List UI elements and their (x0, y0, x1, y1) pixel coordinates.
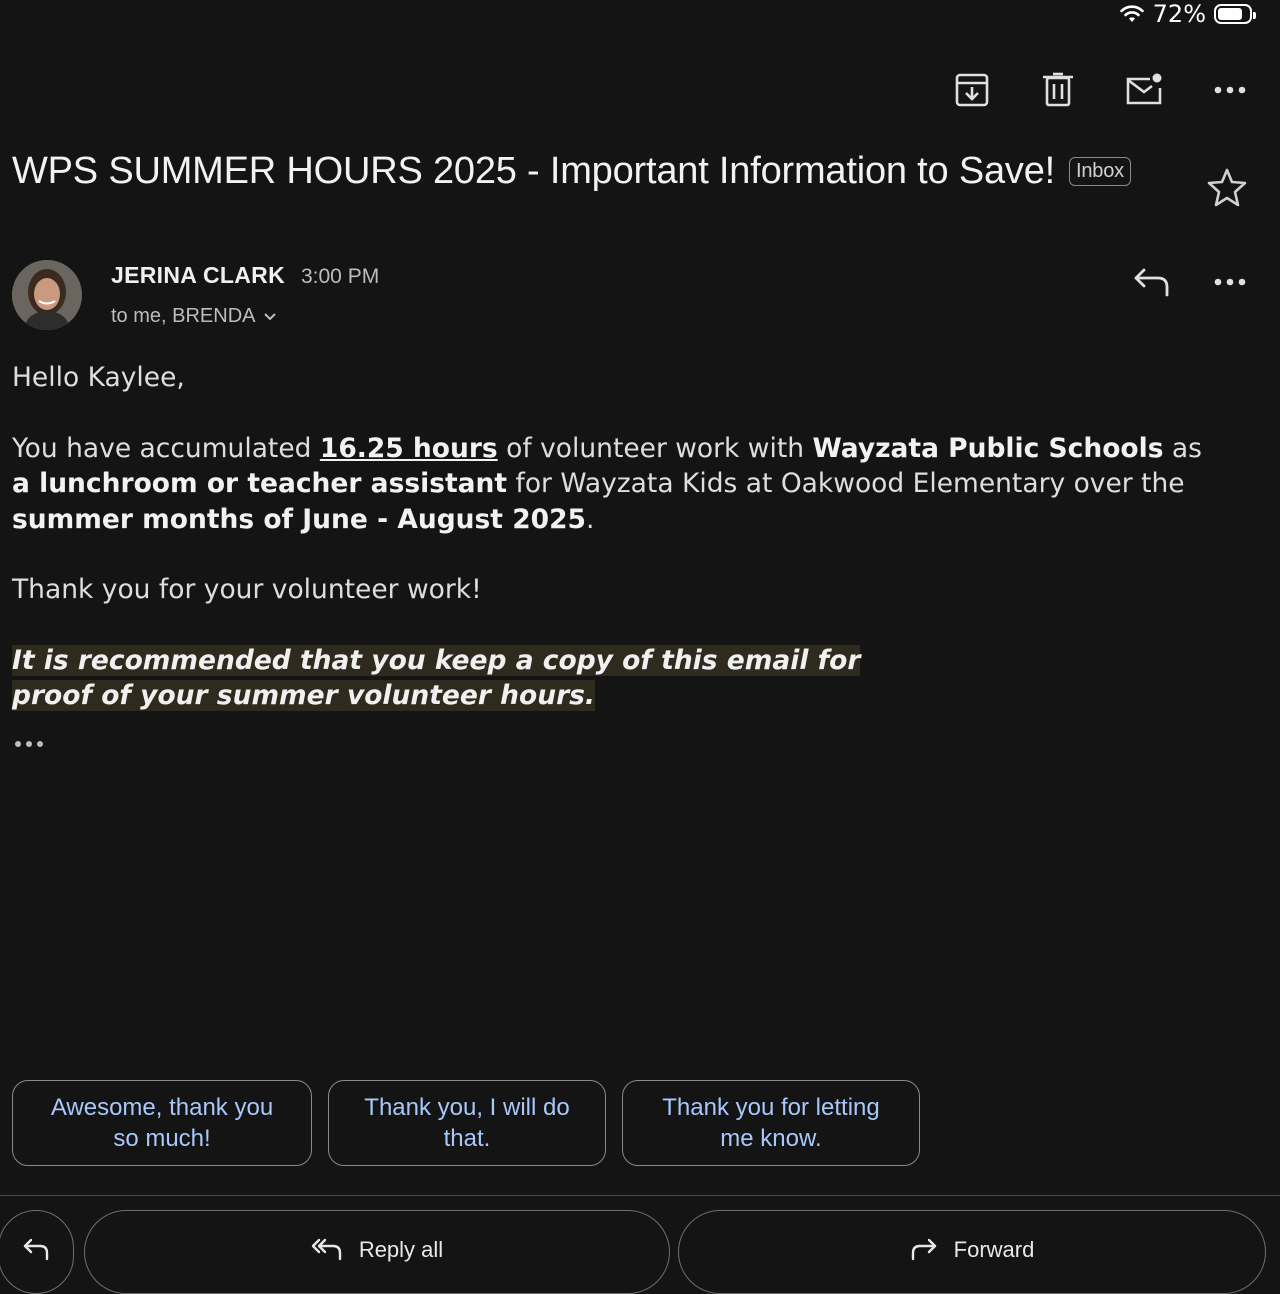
smart-replies: Awesome, thank you so much! Thank you, I… (12, 1080, 920, 1166)
body-text: of volunteer work with (497, 432, 813, 464)
star-icon[interactable] (1206, 166, 1248, 208)
forward-icon (911, 1238, 936, 1261)
reply-all-button[interactable]: Reply all (84, 1210, 670, 1294)
body-text: for Wayzata Kids at Oakwood Elementary o… (507, 468, 1185, 499)
email-subject: WPS SUMMER HOURS 2025 - Important Inform… (12, 150, 1055, 192)
reply-all-label: Reply all (358, 1237, 444, 1262)
show-trimmed-content-icon[interactable] (12, 730, 48, 758)
body-text: as (1163, 432, 1202, 464)
trash-icon (1043, 72, 1073, 107)
reply-icon (23, 1238, 49, 1261)
sender-avatar[interactable] (12, 260, 82, 330)
archive-button[interactable] (952, 68, 992, 112)
smart-reply-chip[interactable]: Thank you, I will do that. (328, 1080, 606, 1166)
battery-percent: 72% (1152, 0, 1206, 28)
message-time: 3:00 PM (300, 265, 380, 288)
divider (0, 1195, 1280, 1196)
mark-unread-button[interactable] (1124, 68, 1164, 112)
body-text: You have accumulated (12, 432, 320, 464)
email-subject-row: WPS SUMMER HOURS 2025 - Important Inform… (12, 150, 1150, 193)
more-horizontal-icon (1214, 86, 1246, 94)
reply-all-icon (311, 1238, 342, 1261)
bottom-actions: Reply all Forward (0, 1210, 1280, 1294)
inbox-label-badge[interactable]: Inbox (1069, 157, 1131, 186)
thanks-line: Thank you for your volunteer work! (12, 574, 482, 605)
sender-line: JERINA CLARK 3:00 PM (111, 262, 379, 289)
person-avatar-icon (12, 260, 82, 330)
greeting: Hello Kaylee, (12, 362, 185, 393)
battery-icon (1214, 4, 1256, 24)
sender-name[interactable]: JERINA CLARK (111, 262, 285, 289)
recipients-toggle[interactable]: to me, BRENDA (111, 305, 277, 328)
status-bar: 72% (1119, 0, 1256, 28)
mail-unread-icon (1126, 73, 1162, 105)
reply-button[interactable] (0, 1210, 74, 1294)
recommendation-highlight: It is recommended that you keep a copy o… (12, 644, 861, 711)
message-more-button[interactable] (1210, 262, 1250, 302)
message-toolbar (952, 68, 1250, 112)
more-options-button[interactable] (1210, 68, 1250, 112)
smart-reply-chip[interactable]: Thank you for letting me know. (622, 1080, 920, 1166)
more-horizontal-icon (1214, 278, 1246, 286)
archive-icon (955, 73, 989, 107)
hours-value: 16.25 hours (319, 432, 498, 464)
body-text: . (585, 503, 595, 535)
delete-button[interactable] (1038, 68, 1078, 112)
forward-label: Forward (953, 1237, 1035, 1262)
hours-paragraph: You have accumulated 16.25 hours of volu… (12, 431, 1202, 538)
reply-icon[interactable] (1132, 266, 1172, 300)
forward-button[interactable]: Forward (678, 1210, 1266, 1294)
smart-reply-chip[interactable]: Awesome, thank you so much! (12, 1080, 312, 1166)
volunteer-role: a lunchroom or teacher assistant (12, 468, 508, 499)
recipients-text: to me, BRENDA (111, 305, 256, 327)
email-body: Hello Kaylee, You have accumulated 16.25… (12, 360, 1202, 749)
volunteer-period: summer months of June - August 2025 (12, 503, 586, 535)
wifi-icon (1119, 5, 1144, 22)
chevron-down-icon (264, 312, 277, 320)
organization-name: Wayzata Public Schools (812, 432, 1164, 464)
